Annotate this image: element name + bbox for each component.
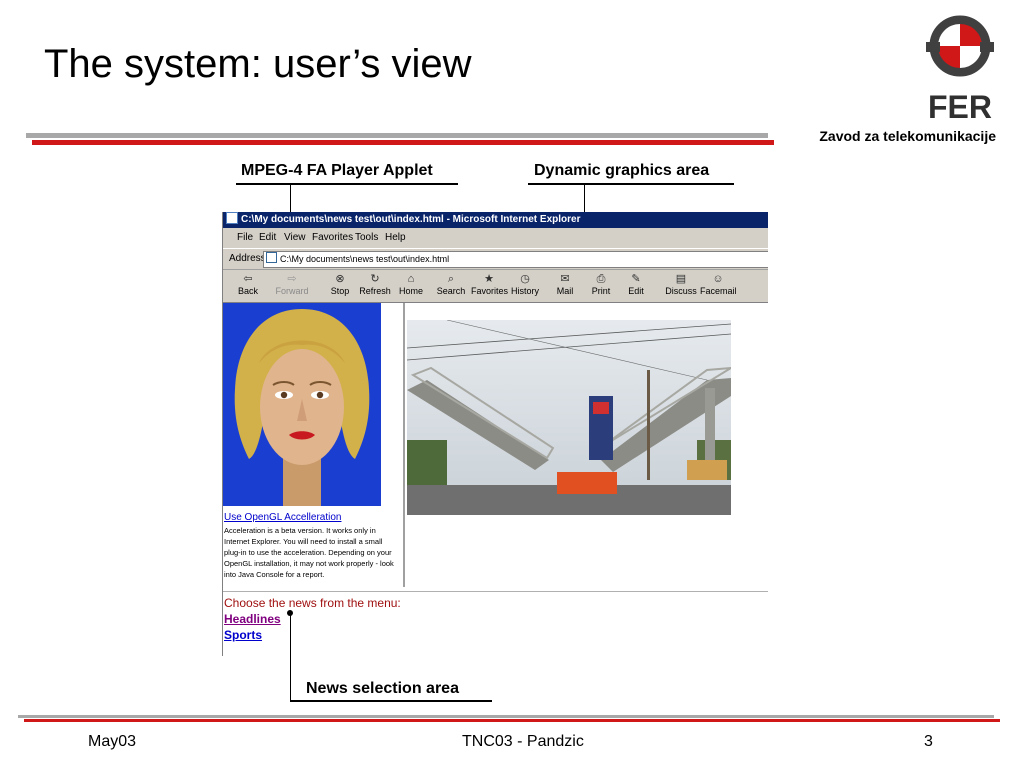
browser-titlebar: C:\My documents\news test\out\index.html… bbox=[223, 212, 768, 228]
callout-graphics-underline bbox=[528, 183, 734, 185]
fer-logo: FER bbox=[922, 14, 998, 125]
toolbar-edit-button[interactable]: ✎ Edit bbox=[625, 270, 647, 302]
news-link-headlines[interactable]: Headlines bbox=[224, 612, 281, 626]
toolbar-search-button[interactable]: ⌕ Search bbox=[435, 270, 467, 302]
stop-icon: ⊗ bbox=[335, 273, 345, 285]
player-applet-frame: Use OpenGL Accelleration Acceleration is… bbox=[223, 303, 405, 587]
browser-toolbar: ⇦ Back ⇨ Forward ⊗ Stop ↻ Refresh ⌂ Home ⌕ Sea… bbox=[223, 270, 768, 303]
menu-favorites[interactable]: Favorites bbox=[312, 228, 353, 248]
favorites-icon: ★ bbox=[484, 273, 494, 285]
toolbar-history-button[interactable]: ◷ History bbox=[509, 270, 541, 302]
print-icon: ⎙ bbox=[596, 273, 606, 285]
opengl-description: Acceleration is a beta version. It works… bbox=[224, 526, 394, 579]
footer-bar-red bbox=[24, 719, 1000, 722]
fer-logo-text: FER bbox=[928, 89, 992, 122]
address-input[interactable]: C:\My documents\news test\out\index.html bbox=[263, 251, 768, 268]
news-prompt: Choose the news from the menu: bbox=[224, 596, 401, 610]
mail-icon: ✉ bbox=[560, 273, 570, 285]
toolbar-mail-button[interactable]: ✉ Mail bbox=[553, 270, 577, 302]
footer-presentation: TNC03 - Pandzic bbox=[462, 733, 584, 750]
toolbar-print-button[interactable]: ⎙ Print bbox=[589, 270, 613, 302]
animated-face-image bbox=[223, 303, 381, 506]
callout-graphics-area: Dynamic graphics area bbox=[534, 162, 710, 179]
history-icon: ◷ bbox=[520, 273, 530, 285]
header-bar-gray bbox=[26, 133, 768, 138]
menu-view[interactable]: View bbox=[284, 228, 306, 248]
callout-news-underline bbox=[290, 700, 492, 702]
facial-animation-player[interactable] bbox=[223, 303, 381, 506]
callout-news-leader bbox=[290, 614, 291, 700]
news-link-sports[interactable]: Sports bbox=[224, 628, 262, 642]
news-photo bbox=[407, 320, 731, 515]
toolbar-forward-button[interactable]: ⇨ Forward bbox=[275, 270, 309, 302]
address-label: Address bbox=[229, 253, 266, 264]
home-icon: ⌂ bbox=[407, 273, 415, 285]
facemail-icon: ☺ bbox=[712, 273, 724, 285]
toolbar-back-button[interactable]: ⇦ Back bbox=[233, 270, 263, 302]
toolbar-refresh-button[interactable]: ↻ Refresh bbox=[359, 270, 391, 302]
browser-title: C:\My documents\news test\out\index.html… bbox=[241, 214, 581, 225]
toolbar-stop-button[interactable]: ⊗ Stop bbox=[327, 270, 353, 302]
footer-bar-gray bbox=[18, 715, 994, 718]
refresh-icon: ↻ bbox=[370, 273, 380, 285]
browser-menubar: File Edit View Favorites Tools Help bbox=[223, 228, 768, 249]
browser-address-bar: Address C:\My documents\news test\out\in… bbox=[223, 249, 768, 270]
organization-name: Zavod za telekomunikacije bbox=[819, 128, 996, 144]
menu-file[interactable]: File bbox=[237, 228, 253, 248]
menu-tools[interactable]: Tools bbox=[355, 228, 378, 248]
footer-date: May03 bbox=[88, 733, 137, 750]
news-selection-frame: Choose the news from the menu: Headlines… bbox=[223, 591, 768, 656]
opengl-acceleration-link[interactable]: Use OpenGL Accelleration bbox=[224, 512, 341, 523]
forward-arrow-icon: ⇨ bbox=[287, 273, 297, 285]
page-icon bbox=[266, 252, 277, 263]
dynamic-graphics-frame bbox=[407, 303, 768, 587]
toolbar-facemail-button[interactable]: ☺ Facemail bbox=[700, 270, 737, 302]
edit-icon: ✎ bbox=[631, 273, 641, 285]
address-value: C:\My documents\news test\out\index.html bbox=[280, 254, 450, 264]
menu-edit[interactable]: Edit bbox=[259, 228, 276, 248]
header-bar-red bbox=[32, 140, 774, 145]
footer-page-number: 3 bbox=[924, 733, 933, 750]
toolbar-favorites-button[interactable]: ★ Favorites bbox=[471, 270, 508, 302]
slide-title: The system: user’s view bbox=[44, 42, 472, 86]
discuss-icon: ▤ bbox=[675, 273, 687, 285]
toolbar-home-button[interactable]: ⌂ Home bbox=[397, 270, 425, 302]
callout-player-applet: MPEG-4 FA Player Applet bbox=[241, 162, 433, 179]
browser-window: C:\My documents\news test\out\index.html… bbox=[222, 212, 768, 656]
browser-content: Use OpenGL Accelleration Acceleration is… bbox=[223, 303, 768, 656]
fer-logo-icon: FER bbox=[926, 15, 994, 125]
callout-news-area: News selection area bbox=[306, 680, 459, 697]
menu-help[interactable]: Help bbox=[385, 228, 406, 248]
collapsed-bridge-image bbox=[407, 320, 731, 515]
callout-player-underline bbox=[236, 183, 458, 185]
back-arrow-icon: ⇦ bbox=[243, 273, 253, 285]
toolbar-discuss-button[interactable]: ▤ Discuss bbox=[663, 270, 699, 302]
search-icon: ⌕ bbox=[447, 273, 455, 285]
ie-page-icon bbox=[226, 212, 238, 224]
